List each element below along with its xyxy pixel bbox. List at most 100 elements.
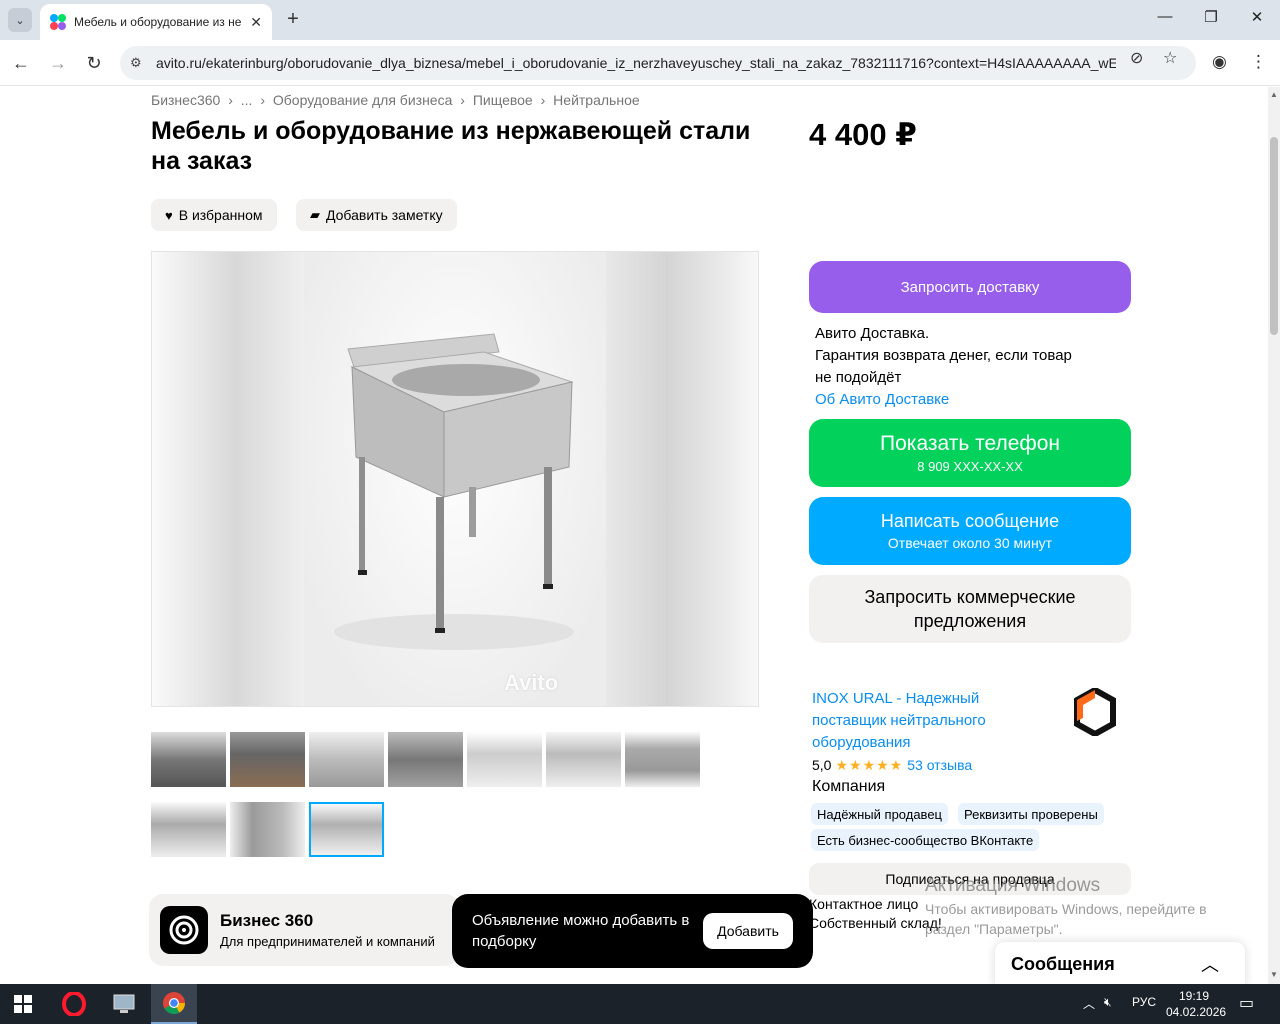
back-icon[interactable]: ←	[10, 52, 32, 74]
address-bar[interactable]: ⚙ avito.ru/ekaterinburg/oborudovanie_dly…	[120, 46, 1196, 80]
system-monitor-icon[interactable]	[101, 984, 147, 1024]
breadcrumb-item[interactable]: ...	[241, 92, 253, 108]
breadcrumb-item[interactable]: Нейтральное	[553, 92, 639, 108]
photo-blur-left	[152, 252, 304, 706]
sink-table-image	[334, 333, 574, 650]
badge-reliable-seller: Надёжный продавец	[811, 803, 948, 825]
delivery-info: Авито Доставка. Гарантия возврата денег,…	[815, 323, 1115, 411]
business360-title: Бизнес 360	[220, 911, 314, 930]
reviews-link[interactable]: 53 отзыва	[907, 757, 972, 773]
breadcrumb-item[interactable]: Пищевое	[473, 92, 533, 108]
profile-icon[interactable]: ◉	[1212, 52, 1227, 72]
photo-thumbnail[interactable]	[151, 732, 226, 787]
chevron-up-icon[interactable]: ︿	[1201, 951, 1219, 977]
new-tab-icon[interactable]: +	[282, 8, 304, 30]
request-commercial-offers-button[interactable]: Запросить коммерческие предложения	[809, 575, 1131, 643]
business360-card[interactable]: Бизнес 360 Для предпринимателей и компан…	[149, 894, 459, 966]
input-language[interactable]: РУС	[1132, 995, 1156, 1009]
badge-vk-community[interactable]: Есть бизнес-сообщество ВКонтакте	[811, 829, 1040, 851]
messages-panel[interactable]: Сообщения ︿	[995, 942, 1245, 984]
close-tab-icon[interactable]: ✕	[250, 14, 262, 31]
response-time: Отвечает около 30 минут	[887, 535, 1053, 551]
photo-thumbnail[interactable]	[230, 732, 305, 787]
browser-tab[interactable]: Мебель и оборудование из не ✕	[40, 4, 272, 40]
photo-thumbnail[interactable]	[546, 732, 621, 787]
scroll-down-icon[interactable]: ▼	[1270, 970, 1278, 979]
photo-blur-right	[606, 252, 758, 706]
scroll-up-icon[interactable]: ▲	[1270, 90, 1278, 99]
browser-toolbar: ← → ↻ ⚙ avito.ru/ekaterinburg/oborudovan…	[0, 40, 1280, 86]
breadcrumb-separator: ›	[460, 92, 465, 108]
volume-muted-icon[interactable]: 🔇︎	[1104, 995, 1112, 1010]
favorite-label: В избранном	[178, 207, 263, 223]
browser-menu-icon[interactable]: ⋮	[1250, 52, 1267, 72]
location-blocked-icon[interactable]: ⊘	[1130, 48, 1143, 68]
breadcrumb-separator: ›	[540, 92, 546, 108]
photo-thumbnail[interactable]	[467, 732, 542, 787]
contact-info: Контактное лицо Собственный склад!	[809, 895, 942, 933]
avito-watermark: Avito	[504, 670, 559, 695]
badge-verified-details: Реквизиты проверены	[958, 803, 1104, 825]
show-phone-button[interactable]: Показать телефон 8 909 XXX-XX-XX	[809, 419, 1131, 487]
breadcrumb: Бизнес360 › ... › Оборудование для бизне…	[151, 92, 644, 108]
write-message-label: Написать сообщение	[880, 511, 1060, 531]
contact-line1: Контактное лицо	[809, 896, 919, 912]
toast-add-button[interactable]: Добавить	[703, 913, 793, 949]
reload-icon[interactable]: ↻	[83, 52, 105, 74]
main-photo[interactable]: Avito	[151, 251, 759, 707]
photo-thumbnail[interactable]	[151, 802, 226, 857]
taskbar-clock[interactable]: 19:19 04.02.2026	[1166, 988, 1226, 1020]
page-content: Бизнес360 › ... › Оборудование для бизне…	[0, 87, 1268, 984]
photo-thumbnail[interactable]	[625, 732, 700, 787]
page-scrollbar[interactable]: ▲ ▼	[1268, 87, 1280, 984]
sink-photo	[304, 252, 607, 706]
minimize-icon[interactable]: —	[1153, 8, 1177, 25]
about-delivery-link[interactable]: Об Авито Доставке	[815, 389, 1115, 411]
close-window-icon[interactable]: ✕	[1245, 8, 1269, 26]
add-note-label: Добавить заметку	[326, 207, 443, 223]
photo-thumbnail[interactable]	[230, 802, 305, 857]
add-to-collection-toast: Объявление можно добавить в подборку Доб…	[452, 894, 813, 968]
contact-line2: Собственный склад!	[809, 915, 942, 931]
photo-thumbnail[interactable]	[388, 732, 463, 787]
write-message-button[interactable]: Написать сообщение Отвечает около 30 мин…	[809, 497, 1131, 565]
windows-activation-text: Чтобы активировать Windows, перейдите в …	[925, 901, 1207, 937]
tab-search-chevron-icon[interactable]: ⌄	[8, 8, 32, 32]
seller-logo-icon[interactable]	[1073, 686, 1117, 738]
add-note-button[interactable]: ▰ Добавить заметку	[296, 199, 457, 231]
show-hidden-icons-chevron-icon[interactable]: ︿	[1083, 995, 1095, 1012]
scroll-thumb[interactable]	[1270, 137, 1278, 335]
listing-price: 4 400 ₽	[809, 117, 917, 152]
windows-taskbar: ︿ 🔇︎ РУС 19:19 04.02.2026 ▭	[0, 984, 1280, 1024]
opera-browser-icon[interactable]	[51, 984, 97, 1024]
chrome-browser-icon[interactable]	[151, 984, 197, 1024]
heart-icon: ♥	[165, 207, 173, 223]
breadcrumb-separator: ›	[228, 92, 233, 108]
commercial-offers-label: Запросить коммерческие предложения	[864, 587, 1076, 631]
phone-number-masked: 8 909 XXX-XX-XX	[917, 459, 1023, 474]
clock-time: 19:19	[1178, 989, 1210, 1003]
request-delivery-button[interactable]: Запросить доставку	[809, 261, 1131, 313]
bookmark-star-icon[interactable]: ☆	[1163, 48, 1177, 68]
seller-type: Компания	[812, 778, 886, 795]
photo-thumbnail[interactable]	[309, 732, 384, 787]
listing-title: Мебель и оборудование из нержавеющей ста…	[151, 117, 751, 175]
note-icon: ▰	[310, 207, 320, 222]
breadcrumb-item[interactable]: Оборудование для бизнеса	[273, 92, 452, 108]
delivery-line2: Гарантия возврата денег, если товар не п…	[815, 347, 1072, 386]
notifications-icon[interactable]: ▭	[1239, 993, 1254, 1013]
photo-thumbnail-selected[interactable]	[309, 802, 384, 857]
request-delivery-label: Запросить доставку	[900, 278, 1040, 296]
show-phone-label: Показать телефон	[880, 432, 1060, 455]
rating-stars-icon: ★★★★★	[835, 757, 904, 773]
tab-title: Мебель и оборудование из не	[74, 15, 242, 29]
forward-icon[interactable]: →	[47, 52, 69, 74]
windows-start-icon[interactable]	[14, 995, 32, 1013]
seller-name-link[interactable]: INOX URAL - Надежный поставщик нейтральн…	[812, 688, 1042, 754]
url-text[interactable]: avito.ru/ekaterinburg/oborudovanie_dlya_…	[156, 55, 1116, 71]
favorite-button[interactable]: ♥ В избранном	[151, 199, 277, 231]
messages-title: Сообщения	[1011, 954, 1115, 974]
site-info-icon[interactable]: ⚙	[130, 55, 146, 71]
breadcrumb-item[interactable]: Бизнес360	[151, 92, 220, 108]
restore-icon[interactable]: ❐	[1199, 8, 1223, 26]
